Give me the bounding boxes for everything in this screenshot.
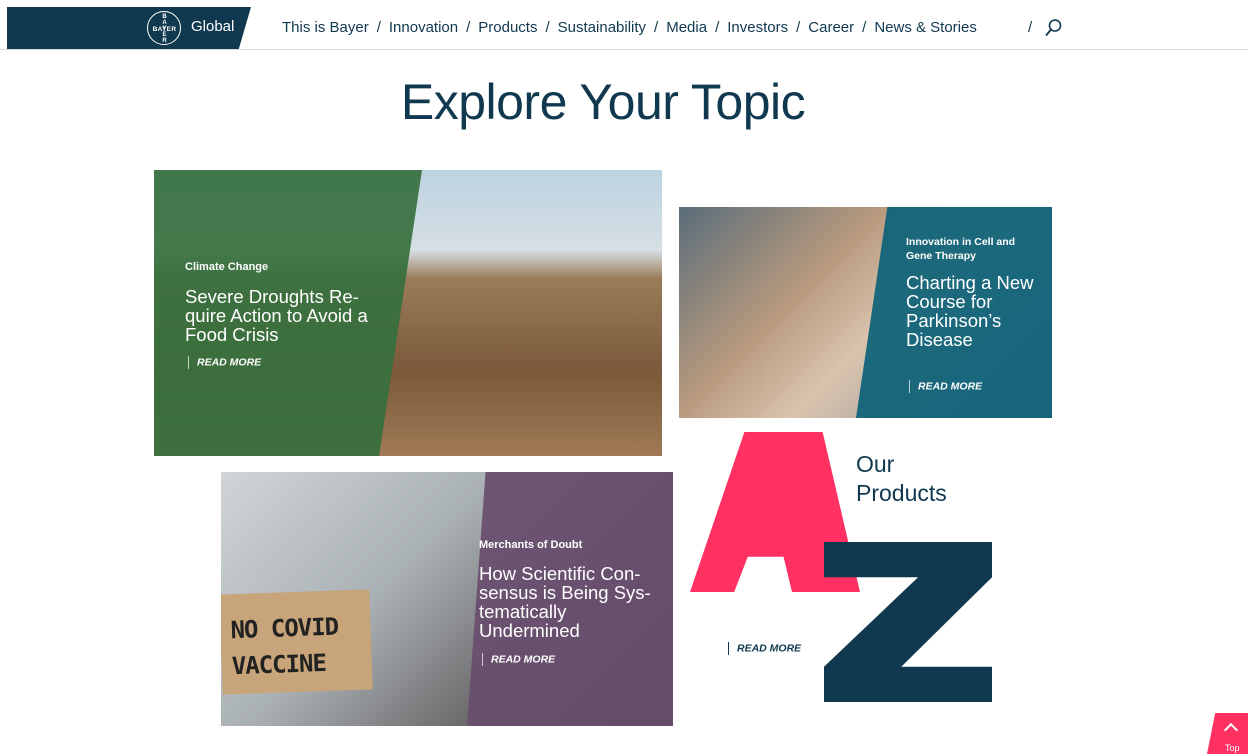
letter-z-graphic xyxy=(824,542,992,702)
nav-item-products[interactable]: Products xyxy=(478,19,537,36)
card-gene-therapy[interactable]: Innovation in Cell and Gene Therapy Char… xyxy=(679,207,1052,418)
brand-block[interactable]: BAYER BAYER Global xyxy=(7,7,251,49)
read-more-link[interactable]: READ MORE xyxy=(909,380,982,393)
nav-item-media[interactable]: Media xyxy=(666,19,707,36)
search-separator: / xyxy=(1028,19,1033,36)
bayer-logo-icon[interactable]: BAYER BAYER xyxy=(147,11,181,45)
nav-item-sustainability[interactable]: Sustainability xyxy=(558,19,646,36)
main-nav: This is Bayer / Innovation / Products / … xyxy=(282,19,977,36)
site-header: BAYER BAYER Global This is Bayer / Innov… xyxy=(0,0,1248,50)
nav-separator: / xyxy=(376,19,381,36)
read-more-label: READ MORE xyxy=(737,642,802,655)
read-more-link[interactable]: READ MORE xyxy=(188,356,261,369)
nav-item-news-stories[interactable]: News & Stories xyxy=(874,19,977,36)
back-to-top-button[interactable]: Top xyxy=(1207,713,1248,754)
nav-separator: / xyxy=(466,19,471,36)
nav-separator: / xyxy=(715,19,720,36)
read-more-bar xyxy=(482,653,483,666)
nav-item-innovation[interactable]: Innovation xyxy=(389,19,458,36)
card-headline[interactable]: Severe Droughts Re-quire Action to Avoid… xyxy=(185,287,385,344)
products-title[interactable]: Our Products xyxy=(856,450,947,508)
region-selector[interactable]: Global xyxy=(191,18,234,35)
card-climate-change[interactable]: Climate Change Severe Droughts Re-quire … xyxy=(154,170,662,456)
card-merchants-of-doubt[interactable]: NO COVID VACCINE Merchants of Doubt How … xyxy=(221,472,673,726)
products-title-line: Products xyxy=(856,480,947,506)
nav-separator: / xyxy=(545,19,550,36)
search-icon[interactable] xyxy=(1045,18,1063,38)
read-more-label: READ MORE xyxy=(491,653,556,666)
protest-sign: NO COVID VACCINE xyxy=(221,589,373,695)
card-headline[interactable]: How Scientific Con-sensus is Being Sys-t… xyxy=(479,564,659,640)
read-more-bar xyxy=(909,380,910,393)
sign-text: NO COVID xyxy=(230,612,339,645)
chevron-up-icon xyxy=(1223,722,1239,738)
nav-item-investors[interactable]: Investors xyxy=(727,19,788,36)
card-category: Climate Change xyxy=(185,261,269,273)
read-more-bar xyxy=(728,642,729,655)
nav-item-this-is-bayer[interactable]: This is Bayer xyxy=(282,19,369,36)
back-to-top-label: Top xyxy=(1225,743,1240,753)
read-more-bar xyxy=(188,356,189,369)
nav-separator: / xyxy=(796,19,801,36)
products-title-line: Our xyxy=(856,451,895,477)
card-our-products[interactable]: Our Products READ MORE xyxy=(690,432,1000,702)
sign-text: VACCINE xyxy=(231,648,327,681)
nav-separator: / xyxy=(654,19,659,36)
read-more-label: READ MORE xyxy=(197,356,262,369)
nav-item-career[interactable]: Career xyxy=(808,19,854,36)
card-category: Innovation in Cell and Gene Therapy xyxy=(906,236,1016,262)
nav-separator: / xyxy=(862,19,867,36)
card-category: Merchants of Doubt xyxy=(479,539,583,551)
logo-horizontal-text: BAYER xyxy=(152,26,177,33)
read-more-link[interactable]: READ MORE xyxy=(728,642,801,655)
read-more-label: READ MORE xyxy=(918,380,983,393)
card-headline[interactable]: Charting a New Course for Parkinson’s Di… xyxy=(906,273,1041,349)
read-more-link[interactable]: READ MORE xyxy=(482,653,555,666)
page-title: Explore Your Topic xyxy=(400,74,806,130)
